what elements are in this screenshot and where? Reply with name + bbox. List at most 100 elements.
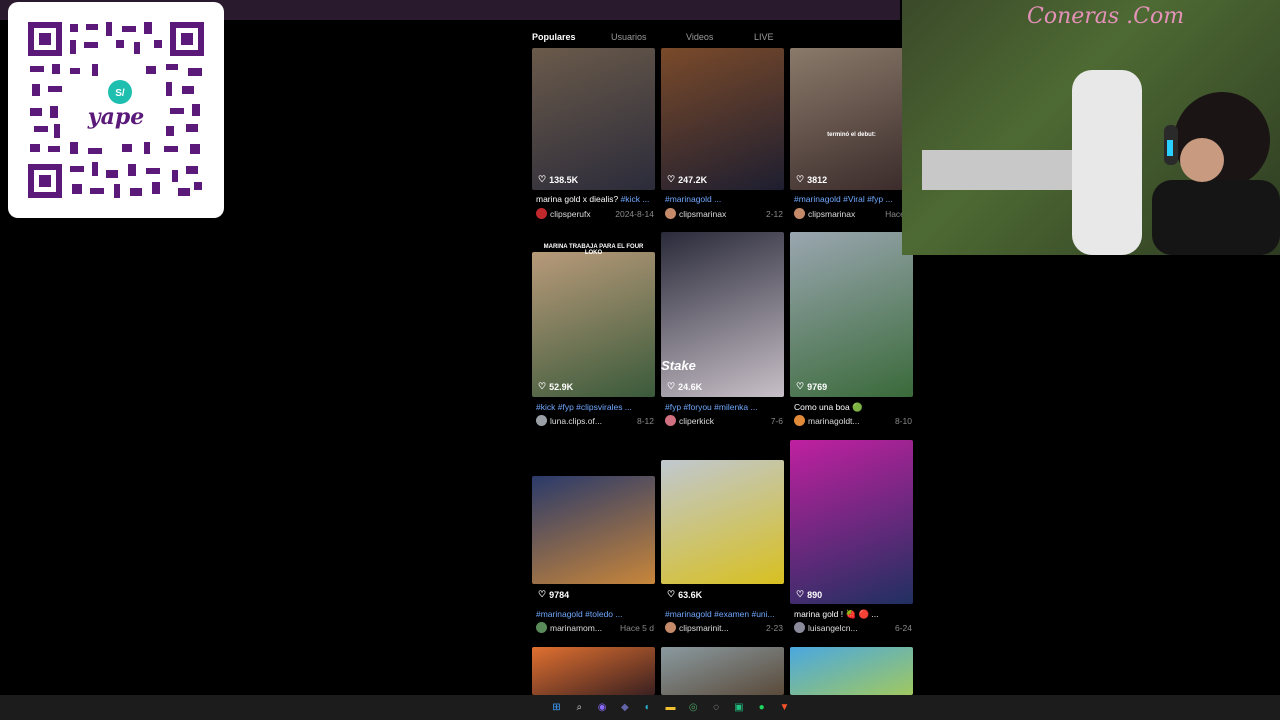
avatar[interactable] [536, 415, 547, 426]
search-tabs: Populares Usuarios Videos LIVE [532, 28, 892, 48]
like-count-value: 890 [807, 589, 823, 600]
heart-icon: ♡ [667, 174, 676, 184]
like-count-value: 24.6K [678, 381, 703, 392]
video-thumbnail[interactable] [532, 252, 655, 397]
like-count: ♡ 9784 [538, 589, 569, 600]
qr-code-graphic: S/ yape [26, 20, 206, 200]
like-count-value: 63.6K [678, 589, 703, 600]
avatar[interactable] [794, 415, 805, 426]
video-meta: marinamom... Hace 5 d [536, 622, 654, 633]
qr-currency: S/ [115, 88, 125, 99]
video-caption[interactable]: Como una boa 🟢 [794, 402, 912, 413]
streamer-figure [922, 70, 1280, 255]
video-thumbnail[interactable] [661, 48, 784, 190]
tab-populares[interactable]: Populares [532, 32, 576, 42]
app-icon[interactable]: ▣ [732, 701, 745, 714]
chrome-icon[interactable]: ◎ [687, 701, 700, 714]
video-thumbnail[interactable] [790, 232, 913, 397]
caption-hashtags[interactable]: #marinagold #Viral #fyp ... [794, 194, 893, 204]
caption-hashtags[interactable]: #kick #fyp #clipsvirales ... [536, 402, 632, 412]
caption-hashtags[interactable]: #marinagold ... [665, 194, 721, 204]
username[interactable]: marinagoldt... [808, 416, 891, 426]
video-thumbnail[interactable] [790, 647, 913, 695]
caption-text: marina gold x diealis? [536, 194, 621, 204]
heart-icon: ♡ [538, 589, 547, 599]
tab-usuarios[interactable]: Usuarios [611, 32, 647, 42]
like-count: ♡ 52.9K [538, 381, 573, 392]
username[interactable]: clipsmarinax [679, 209, 762, 219]
avatar[interactable] [665, 415, 676, 426]
avatar[interactable] [536, 208, 547, 219]
caption-hashtags[interactable]: #marinagold #toledo ... [536, 609, 622, 619]
video-caption[interactable]: #kick #fyp #clipsvirales ... [536, 402, 654, 412]
tab-videos[interactable]: Videos [686, 32, 713, 42]
edge-icon[interactable]: ◐ [641, 701, 654, 714]
video-caption[interactable]: #marinagold #examen #uni... [665, 609, 783, 619]
teams-icon[interactable]: ◆ [618, 701, 631, 714]
video-thumbnail[interactable] [532, 48, 655, 190]
username[interactable]: clipsmarinax [808, 209, 881, 219]
file-explorer-icon[interactable]: ▬ [664, 701, 677, 714]
video-caption[interactable]: #marinagold ... [665, 194, 783, 204]
windows-start-icon[interactable]: ⊞ [550, 701, 563, 714]
avatar[interactable] [794, 622, 805, 633]
video-thumbnail[interactable] [790, 48, 913, 190]
search-icon[interactable]: ⌕ [573, 701, 586, 714]
heart-icon: ♡ [796, 174, 805, 184]
avatar[interactable] [794, 208, 805, 219]
webcam-overlay: Coneras .Com [902, 0, 1280, 255]
thumbnail-overlay-text: Stake [661, 358, 696, 373]
video-meta: luna.clips.of... 8-12 [536, 415, 654, 426]
post-date: 8-12 [636, 415, 654, 426]
username[interactable]: clipsperufx [550, 209, 611, 219]
like-count-value: 138.5K [549, 174, 579, 185]
video-meta: marinagoldt... 8-10 [794, 415, 912, 426]
caption-hashtags[interactable]: #marinagold #examen #uni... [665, 609, 775, 619]
yape-qr-code: S/ yape [8, 2, 224, 218]
like-count-value: 9784 [549, 589, 570, 600]
like-count-value: 3812 [807, 174, 828, 185]
post-date: 2024-8-14 [615, 208, 654, 219]
video-caption[interactable]: #marinagold #Viral #fyp ... [794, 194, 912, 204]
video-caption[interactable]: #marinagold #toledo ... [536, 609, 654, 619]
post-date: 6-24 [894, 622, 912, 633]
username[interactable]: luna.clips.of... [550, 416, 633, 426]
thumbnail-overlay-text: terminó el debut: [827, 132, 876, 138]
heart-icon: ♡ [796, 381, 805, 391]
heart-icon: ♡ [538, 381, 547, 391]
like-count: ♡ 138.5K [538, 174, 578, 185]
video-meta: clipsperufx 2024-8-14 [536, 208, 654, 219]
video-thumbnail[interactable] [661, 647, 784, 695]
video-caption[interactable]: marina gold ! 🍓 🔴 ... [794, 609, 912, 620]
caption-hashtags[interactable]: #kick ... [621, 194, 650, 204]
username[interactable]: marinamom... [550, 623, 616, 633]
video-thumbnail[interactable] [532, 476, 655, 584]
video-thumbnail[interactable] [532, 647, 655, 695]
like-count-value: 247.2K [678, 174, 708, 185]
avatar[interactable] [536, 622, 547, 633]
like-count: ♡ 247.2K [667, 174, 707, 185]
copilot-icon[interactable]: ◉ [596, 701, 609, 714]
avatar[interactable] [665, 208, 676, 219]
video-thumbnail[interactable] [790, 440, 913, 604]
brave-icon[interactable]: ▼ [778, 701, 791, 714]
like-count: ♡ 890 [796, 589, 822, 600]
video-meta: clipsmarinax 2-12 [665, 208, 783, 219]
spotify-icon[interactable]: ● [755, 701, 768, 714]
post-date: 8-10 [894, 415, 912, 426]
like-count-value: 52.9K [549, 381, 574, 392]
heart-icon: ♡ [667, 381, 676, 391]
post-date: 7-6 [770, 415, 783, 426]
video-caption[interactable]: #fyp #foryou #milenka ... [665, 402, 783, 412]
heart-icon: ♡ [667, 589, 676, 599]
tab-live[interactable]: LIVE [754, 32, 774, 42]
username[interactable]: luisangelcn... [808, 623, 891, 633]
username[interactable]: clipsmarinit... [679, 623, 762, 633]
obs-icon[interactable]: ◌ [710, 701, 723, 714]
avatar[interactable] [665, 622, 676, 633]
caption-hashtags[interactable]: #fyp #foryou #milenka ... [665, 402, 758, 412]
like-count: ♡ 24.6K [667, 381, 702, 392]
video-thumbnail[interactable] [661, 460, 784, 584]
username[interactable]: cliperkick [679, 416, 767, 426]
video-caption[interactable]: marina gold x diealis? #kick ... [536, 194, 654, 204]
